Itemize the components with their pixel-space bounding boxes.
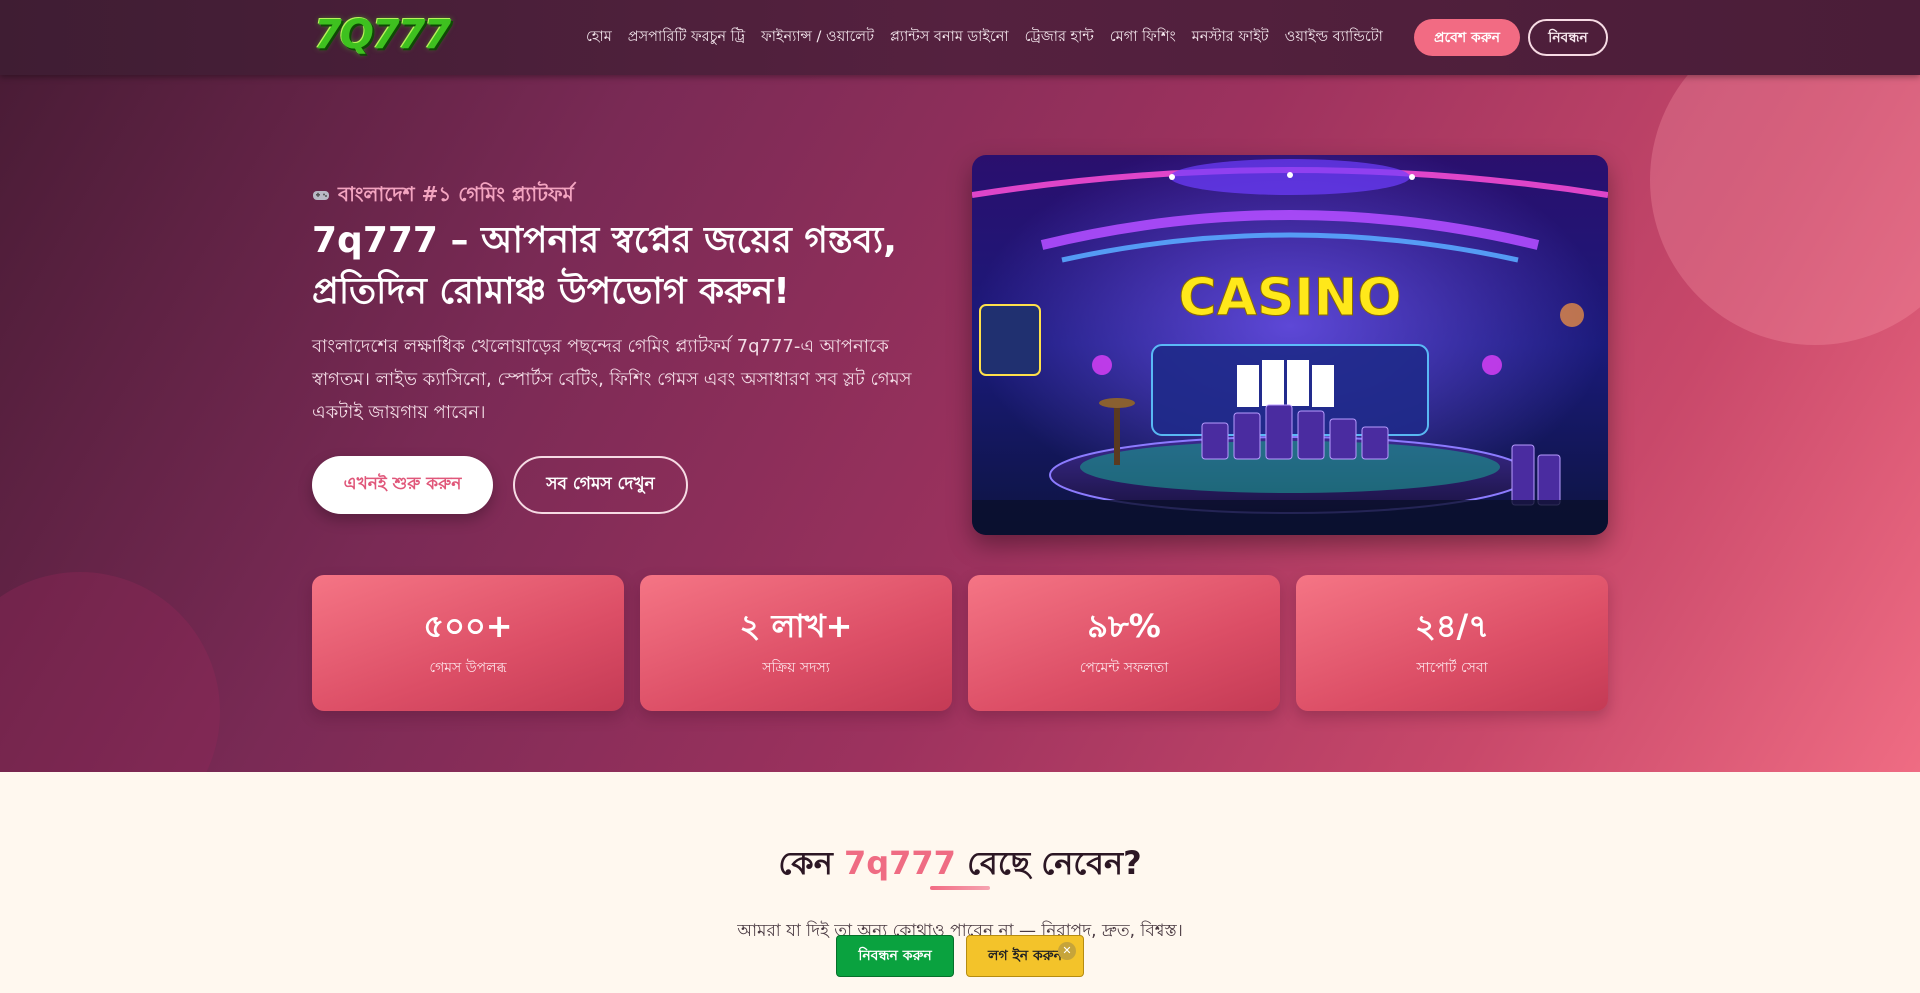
stat-value: ৯৮% xyxy=(1087,607,1161,645)
stat-label: সক্রিয় সদস্য xyxy=(762,660,830,676)
why-title-brand: 7q777 xyxy=(843,844,956,882)
decorative-circle xyxy=(1650,75,1920,345)
stat-value: ৫০০+ xyxy=(423,607,513,645)
hero-badge-text: বাংলাদেশ #১ গেমিং প্ল্যাটফর্ম xyxy=(338,182,574,206)
header-login-button[interactable]: প্রবেশ করুন xyxy=(1414,19,1520,56)
stat-card-payment: ৯৮% পেমেন্ট সফলতা xyxy=(968,575,1280,711)
nav-item-finance-wallet[interactable]: ফাইন্যান্স / ওয়ালেট xyxy=(753,26,882,50)
stat-card-games: ৫০০+ গেমস উপলব্ধ xyxy=(312,575,624,711)
stat-label: গেমস উপলব্ধ xyxy=(429,660,507,676)
why-choose-title: কেন 7q777 বেছে নেবেন? xyxy=(0,838,1920,892)
floating-register-button[interactable]: নিবন্ধন করুন xyxy=(836,935,954,977)
main-nav: হোম প্রসপারিটি ফরচুন ট্রি ফাইন্যান্স / ও… xyxy=(578,26,1391,50)
nav-item-monster-fight[interactable]: মনস্টার ফাইট xyxy=(1184,26,1277,50)
decorative-circle xyxy=(0,572,220,772)
gamepad-icon xyxy=(312,187,330,207)
nav-item-treasure-hunt[interactable]: ট্রেজার হান্ট xyxy=(1017,26,1102,50)
stat-label: সাপোর্ট সেবা xyxy=(1416,660,1488,676)
why-choose-subtitle: আমরা যা দিই তা অন্য কোথাও পাবেন না — নির… xyxy=(737,921,1183,941)
close-icon[interactable]: ✕ xyxy=(1058,942,1076,960)
view-all-games-button[interactable]: সব গেমস দেখুন xyxy=(513,456,688,514)
site-logo[interactable]: 7Q777 xyxy=(314,12,451,60)
why-title-after: বেছে নেবেন? xyxy=(955,844,1142,882)
stat-value: ২৪/৭ xyxy=(1414,607,1490,645)
nav-item-wild-bandito[interactable]: ওয়াইল্ড ব্যান্ডিটো xyxy=(1277,26,1391,50)
stat-card-support: ২৪/৭ সাপোর্ট সেবা xyxy=(1296,575,1608,711)
stat-card-members: ২ লাখ+ সক্রিয় সদস্য xyxy=(640,575,952,711)
casino-sign-text: CASINO xyxy=(1179,268,1402,328)
stat-value: ২ লাখ+ xyxy=(739,607,853,645)
nav-item-plants-vs-dino[interactable]: প্ল্যান্টস বনাম ডাইনো xyxy=(882,26,1017,50)
stat-label: পেমেন্ট সফলতা xyxy=(1079,660,1169,676)
casino-hero-image: CASINO xyxy=(972,155,1608,535)
start-now-button[interactable]: এখনই শুরু করুন xyxy=(312,456,493,514)
title-underline xyxy=(930,886,990,890)
hero-description: বাংলাদেশের লক্ষাধিক খেলোয়াড়ের পছন্দের … xyxy=(312,336,912,423)
hero-title: 7q777 – আপনার স্বপ্নের জয়ের গন্তব্য, প্… xyxy=(312,220,897,312)
nav-item-home[interactable]: হোম xyxy=(578,26,620,50)
why-title-before: কেন xyxy=(778,844,844,882)
hero-badge: বাংলাদেশ #১ গেমিং প্ল্যাটফর্ম xyxy=(312,180,574,213)
nav-item-mega-fishing[interactable]: মেগা ফিশিং xyxy=(1102,26,1184,50)
header-register-button[interactable]: নিবন্ধন xyxy=(1528,19,1608,56)
nav-item-prosperity-fortune-tree[interactable]: প্রসপারিটি ফরচুন ট্রি xyxy=(620,26,753,50)
site-header: 7Q777 হোম প্রসপারিটি ফরচুন ট্রি ফাইন্যান… xyxy=(0,0,1920,75)
hero-section: বাংলাদেশ #১ গেমিং প্ল্যাটফর্ম 7q777 – আপ… xyxy=(0,75,1920,772)
